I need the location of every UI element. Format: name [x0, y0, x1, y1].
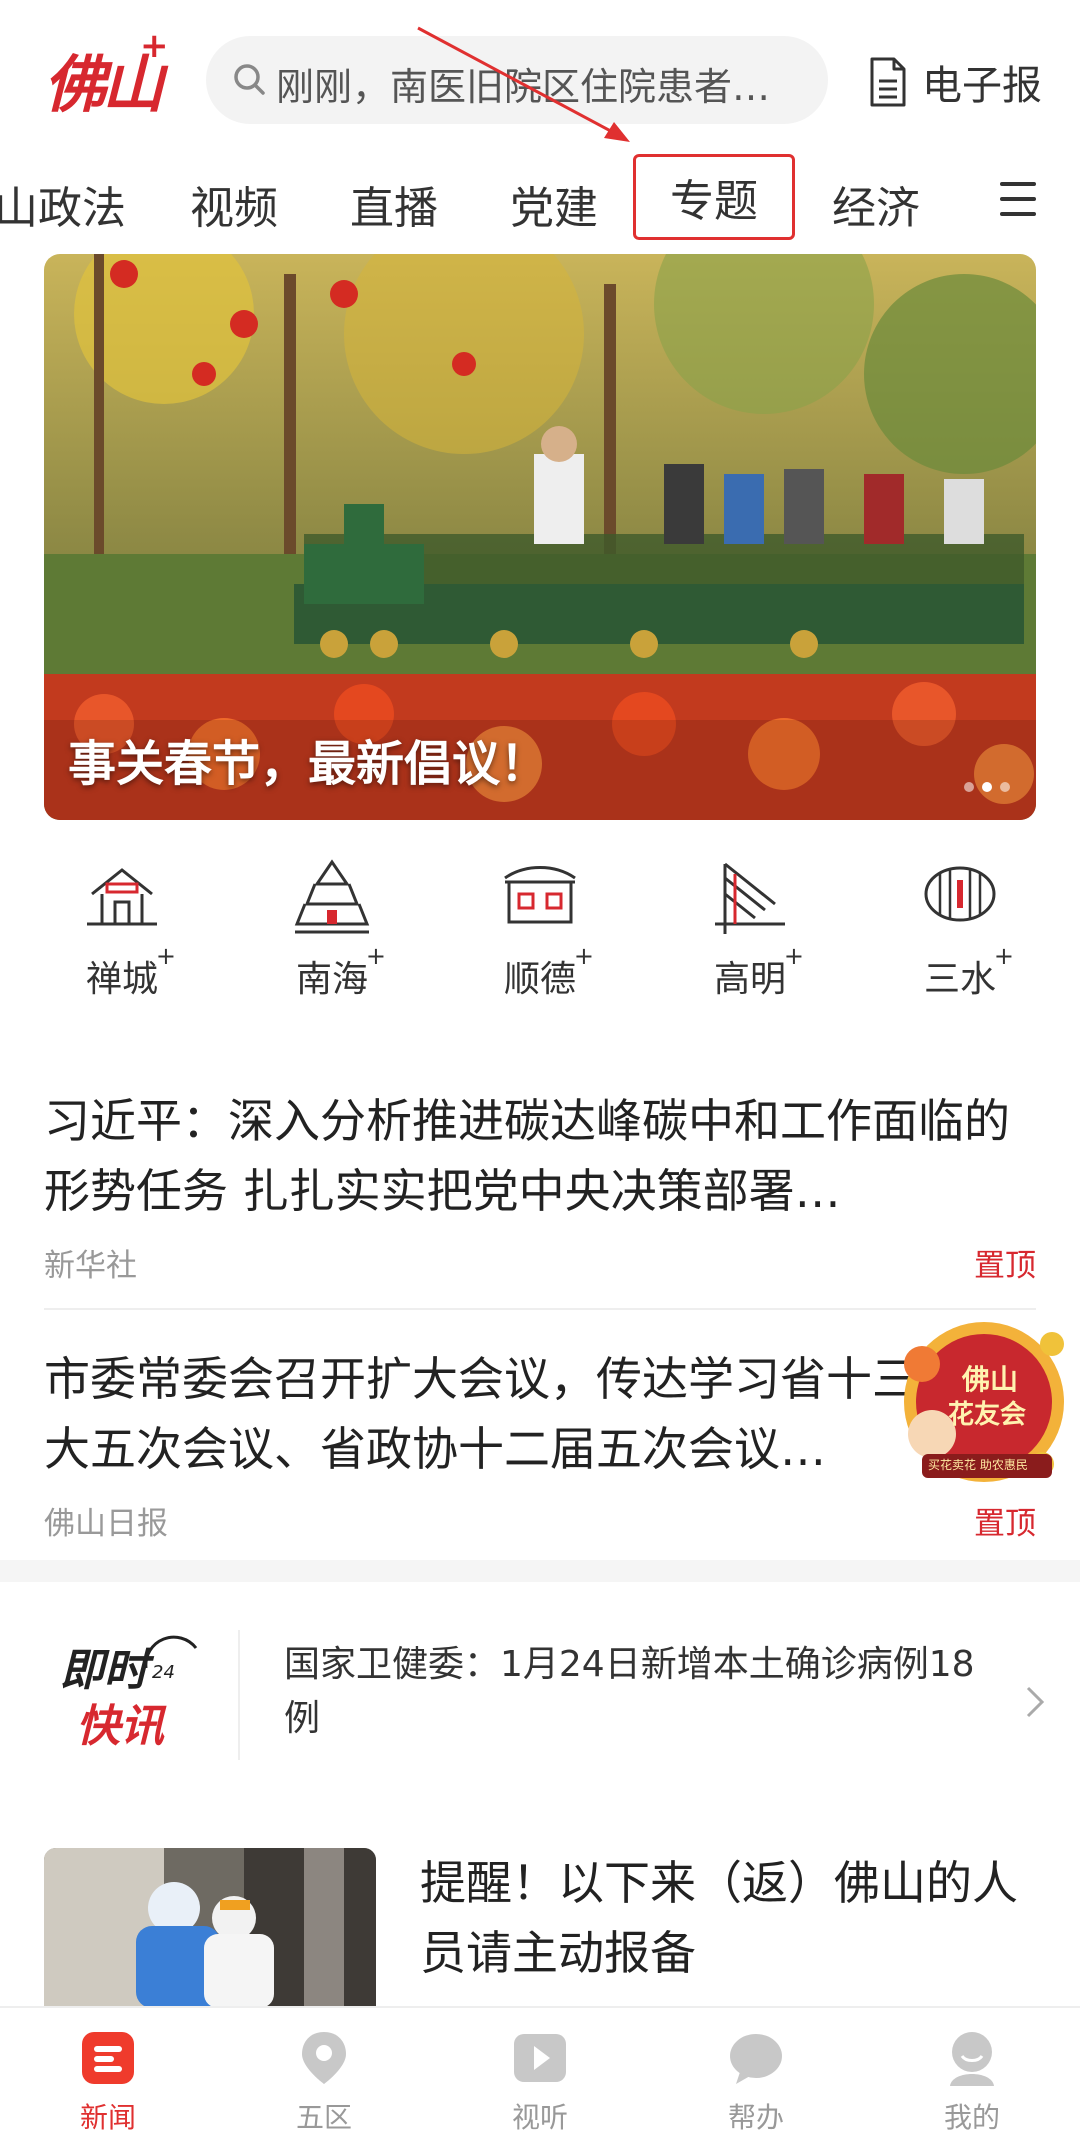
nav-districts[interactable]: 五区	[264, 2028, 384, 2136]
logo-plus: +	[140, 26, 169, 66]
flower-club-badge[interactable]: 佛山 花友会 买花卖花 助农惠民	[892, 1314, 1068, 1490]
badge-subtitle: 买花卖花 助农惠民	[928, 1458, 1028, 1472]
pagoda-gate-icon	[87, 868, 157, 926]
banner-dot	[964, 782, 974, 792]
waves-icon	[924, 866, 996, 922]
divider	[238, 1630, 240, 1760]
epaper-label: 电子报	[922, 63, 1042, 109]
chat-bubble-icon	[730, 2034, 782, 2084]
tab-topics[interactable]: 专题	[633, 154, 795, 240]
nav-media[interactable]: 视听	[480, 2028, 600, 2136]
chevron-right-icon	[1026, 1686, 1045, 1718]
nav-label: 视听	[511, 2101, 568, 2134]
news-item[interactable]: 市委常委会召开扩大会议，传达学习省十三届人大五次会议、省政协十二届五次会议… 佛…	[44, 1344, 1036, 1548]
nav-label: 五区	[295, 2101, 352, 2134]
district-label: 顺德	[503, 959, 576, 1000]
flash-logo-line1: 即时	[60, 1645, 148, 1696]
news-meta: 佛山日报 置顶	[44, 1498, 1036, 1548]
search-icon	[234, 64, 265, 95]
news-source: 佛山日报	[44, 1506, 168, 1542]
flash-logo-line2: 快讯	[76, 1701, 164, 1752]
district-label: 禅城	[85, 959, 158, 1000]
section-gap	[0, 1560, 1080, 1582]
app-logo[interactable]: 佛山 +	[44, 26, 169, 124]
district-plus: +	[365, 942, 386, 970]
user-avatar-icon	[950, 2032, 994, 2086]
nav-profile[interactable]: 我的	[912, 2028, 1032, 2136]
banner-pagination	[964, 782, 1010, 792]
search-bar[interactable]: 刚刚，南医旧院区住院患者…	[206, 36, 828, 124]
tower-icon	[294, 859, 370, 934]
tab-politics-law[interactable]: 山政法	[0, 172, 126, 236]
hero-banner[interactable]: 事关春节，最新倡议！	[44, 254, 1036, 820]
building-icon	[504, 866, 576, 924]
nav-news[interactable]: 新闻	[48, 2028, 168, 2136]
flash-news[interactable]: 即时 24 快讯 国家卫健委：1月24日新增本土确诊病例18例	[0, 1604, 1080, 1784]
news-source: 新华社	[44, 1248, 137, 1284]
district-label: 南海	[295, 959, 368, 1000]
location-pin-icon	[302, 2032, 346, 2084]
district-shortcuts: 禅城 + 南海 + 顺德 + 高明 + 三水 +	[0, 854, 1080, 1024]
image-news-item[interactable]: 提醒！以下来（返）佛山的人员请主动报备	[44, 1848, 1036, 2008]
badge-title-2: 花友会	[948, 1400, 1027, 1430]
banner-dot-active	[982, 782, 992, 792]
news-icon	[82, 2032, 134, 2084]
clock-arc-icon	[144, 1635, 198, 1669]
pinned-tag: 置顶	[974, 1506, 1036, 1542]
app-header: 佛山 + 刚刚，南医旧院区住院患者… 电子报	[0, 0, 1080, 160]
document-icon	[870, 57, 906, 107]
news-title: 习近平：深入分析推进碳达峰碳中和工作面临的形势任务 扎扎实实把党中央决策部署…	[44, 1094, 1010, 1218]
divider	[44, 1308, 1036, 1310]
pinned-tag: 置顶	[974, 1248, 1036, 1284]
district-plus: +	[783, 942, 804, 970]
banner-caption: 事关春节，最新倡议！	[68, 736, 549, 792]
nav-label: 新闻	[79, 2101, 136, 2134]
flash-news-text: 国家卫健委：1月24日新增本土确诊病例18例	[284, 1644, 975, 1739]
nav-label: 帮办	[727, 2101, 784, 2134]
district-gaoming[interactable]: 高明 +	[680, 854, 820, 1002]
nav-help[interactable]: 帮办	[696, 2028, 816, 2136]
district-shunde[interactable]: 顺德 +	[470, 854, 610, 1002]
district-label: 三水	[923, 959, 996, 1000]
district-plus: +	[155, 942, 176, 970]
tab-economy[interactable]: 经济	[832, 172, 920, 236]
search-placeholder: 刚刚，南医旧院区住院患者…	[276, 65, 771, 109]
tab-video[interactable]: 视频	[190, 172, 278, 236]
news-title: 提醒！以下来（返）佛山的人员请主动报备	[420, 1856, 1018, 1980]
district-sanshui[interactable]: 三水 +	[890, 854, 1030, 1002]
bottom-navigation: 新闻 五区 视听 帮办 我的	[0, 2006, 1080, 2143]
play-icon	[514, 2034, 566, 2082]
flash-news-logo: 即时 24 快讯	[60, 1634, 200, 1764]
bridge-icon	[715, 862, 785, 934]
district-nanhai[interactable]: 南海 +	[262, 854, 402, 1002]
channel-tabs: 山政法 视频 直播 党建 专题 经济	[0, 150, 1080, 260]
news-title: 市委常委会召开扩大会议，传达学习省十三届人大五次会议、省政协十二届五次会议…	[44, 1352, 1010, 1476]
menu-icon[interactable]	[1000, 182, 1036, 216]
nav-label: 我的	[943, 2101, 1000, 2134]
tab-party-building[interactable]: 党建	[510, 172, 598, 236]
district-plus: +	[573, 942, 594, 970]
epaper-button[interactable]: 电子报	[868, 50, 1042, 114]
banner-dot	[1000, 782, 1010, 792]
district-label: 高明	[713, 959, 786, 1000]
news-item[interactable]: 习近平：深入分析推进碳达峰碳中和工作面临的形势任务 扎扎实实把党中央决策部署… …	[44, 1086, 1036, 1290]
badge-title-1: 佛山	[962, 1363, 1019, 1396]
tab-live[interactable]: 直播	[350, 172, 438, 236]
news-thumbnail	[44, 1848, 376, 2008]
district-plus: +	[993, 942, 1014, 970]
news-meta: 新华社 置顶	[44, 1240, 1036, 1290]
district-chancheng[interactable]: 禅城 +	[52, 854, 192, 1002]
